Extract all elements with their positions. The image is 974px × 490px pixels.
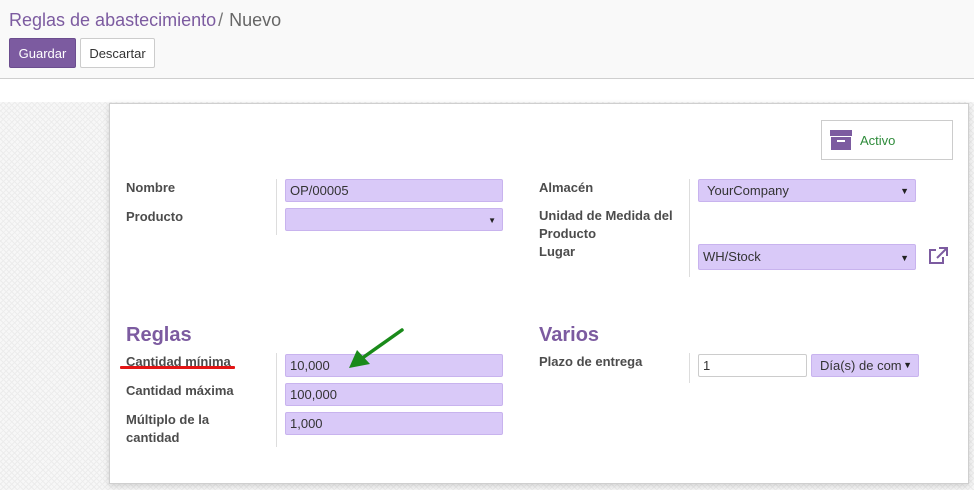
- annotation-green-arrow-icon: [349, 328, 404, 368]
- location-value: WH/Stock: [703, 249, 761, 264]
- form-sheet: Activo Nombre Producto OP/00005 ▼ Almacé…: [109, 103, 969, 484]
- chevron-down-icon: ▼: [488, 216, 496, 225]
- annotation-red-underline: [120, 366, 235, 369]
- breadcrumb-parent-link[interactable]: Reglas de abastecimiento: [9, 10, 216, 30]
- active-toggle-button[interactable]: Activo: [821, 120, 953, 160]
- misc-section-title: Varios: [539, 324, 600, 346]
- max-qty-label: Cantidad máxima: [126, 383, 234, 398]
- product-label: Producto: [126, 209, 184, 224]
- warehouse-label: Almacén: [539, 180, 594, 195]
- warehouse-value: YourCompany: [707, 183, 789, 198]
- breadcrumb: Reglas de abastecimiento / Nuevo: [9, 9, 281, 31]
- breadcrumb-separator: /: [218, 10, 224, 30]
- save-button[interactable]: Guardar: [9, 38, 76, 68]
- lead-time-unit-value: Día(s) de com: [820, 358, 902, 373]
- warehouse-select[interactable]: YourCompany ▼: [698, 179, 916, 202]
- multiple-qty-label-line1: Múltiplo de la: [126, 412, 210, 427]
- left-group-divider: [276, 179, 277, 235]
- control-panel: Reglas de abastecimiento / Nuevo Guardar D…: [0, 0, 974, 79]
- archive-icon: [830, 130, 852, 150]
- max-qty-input[interactable]: 100,000: [285, 383, 503, 406]
- multiple-qty-input[interactable]: 1,000: [285, 412, 503, 435]
- rules-section-title: Reglas: [126, 324, 192, 346]
- lead-time-input[interactable]: 1: [698, 354, 807, 377]
- active-label: Activo: [860, 132, 896, 148]
- name-label: Nombre: [126, 180, 176, 195]
- chevron-down-icon: ▼: [900, 186, 909, 196]
- right-group-divider: [689, 179, 690, 277]
- lead-time-label: Plazo de entrega: [539, 354, 643, 369]
- location-select[interactable]: WH/Stock ▼: [698, 244, 916, 270]
- uom-label-line1: Unidad de Medida del: [539, 208, 673, 223]
- lead-time-unit-select[interactable]: Día(s) de com ▼: [811, 354, 919, 377]
- chevron-down-icon: ▼: [900, 253, 909, 263]
- misc-divider: [689, 353, 690, 383]
- chevron-down-icon: ▼: [901, 355, 912, 376]
- location-label: Lugar: [539, 244, 576, 259]
- multiple-qty-label-line2: cantidad: [126, 430, 180, 445]
- name-input[interactable]: OP/00005: [285, 179, 503, 202]
- breadcrumb-current: Nuevo: [229, 10, 282, 30]
- discard-button[interactable]: Descartar: [80, 38, 155, 68]
- external-link-icon[interactable]: [928, 247, 948, 265]
- rules-divider: [276, 353, 277, 447]
- uom-label-line2: Producto: [539, 226, 597, 241]
- product-select[interactable]: ▼: [285, 208, 503, 231]
